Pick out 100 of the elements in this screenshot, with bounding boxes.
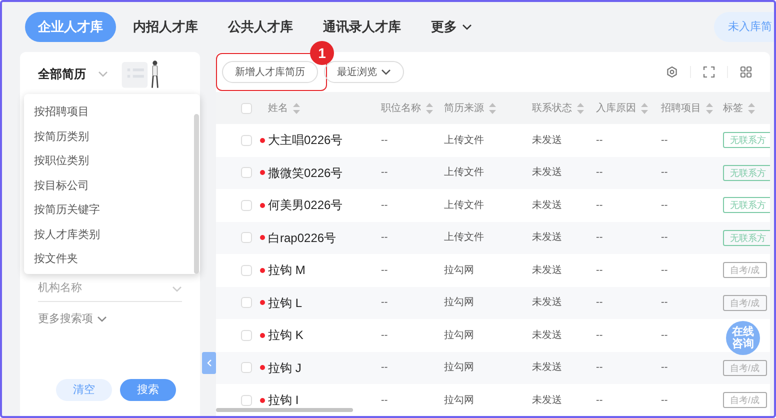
table-row[interactable]: 撒微笑0226号 -- 上传文件 未发送 -- -- 无联系方 bbox=[216, 156, 770, 189]
tab[interactable]: 更多 bbox=[418, 12, 485, 42]
sort-icon[interactable] bbox=[489, 102, 496, 114]
table-cell-text: 未发送 bbox=[532, 230, 563, 246]
chevron-down-icon bbox=[381, 69, 391, 75]
grid-icon[interactable] bbox=[740, 66, 752, 78]
table-row[interactable]: 拉钩 J -- 拉勾网 未发送 -- -- 自考/成 bbox=[216, 352, 770, 384]
table-cell-text: 上传文件 bbox=[444, 134, 485, 148]
more-search-link[interactable]: 更多搜索项 bbox=[38, 311, 107, 328]
table-cell-text: -- bbox=[596, 231, 604, 246]
table-cell-text: -- bbox=[596, 328, 604, 343]
menu-item[interactable]: 按招聘项目 bbox=[24, 100, 200, 124]
table-cell-text: -- bbox=[661, 134, 669, 148]
tag: 自考/成 bbox=[723, 360, 767, 376]
scrollbar-thumb[interactable] bbox=[194, 114, 199, 274]
row-checkbox[interactable] bbox=[241, 394, 252, 406]
chevron-down-icon bbox=[172, 286, 182, 292]
table-cell-text: 拉勾网 bbox=[444, 264, 475, 278]
table-cell-text: -- bbox=[596, 394, 604, 408]
column-header: 招聘项目 bbox=[661, 102, 701, 116]
row-checkbox[interactable] bbox=[241, 232, 252, 244]
table-cell-text: -- bbox=[661, 231, 669, 246]
table-cell-text: 拉勾网 bbox=[444, 296, 475, 310]
table-row[interactable]: 拉钩 L -- 拉勾网 未发送 -- -- 自考/成 bbox=[216, 286, 770, 319]
table-cell-text: -- bbox=[381, 328, 389, 343]
tab[interactable]: 内招人才库 bbox=[120, 12, 211, 42]
table-cell-text: -- bbox=[596, 296, 604, 310]
table-cell-text: -- bbox=[596, 361, 604, 376]
table-cell-text: 未发送 bbox=[532, 328, 563, 343]
column-header: 简历来源 bbox=[444, 102, 484, 116]
select-all-checkbox[interactable] bbox=[241, 102, 252, 114]
table-cell-text: -- bbox=[381, 134, 389, 148]
sort-icon[interactable] bbox=[748, 102, 755, 114]
table-cell-text: -- bbox=[661, 166, 669, 180]
recent-dropdown[interactable]: 最近浏览 bbox=[324, 61, 404, 83]
table-cell-text: 未发送 bbox=[532, 134, 563, 148]
row-checkbox[interactable] bbox=[241, 330, 252, 341]
table-cell-text: 上传文件 bbox=[444, 230, 485, 246]
chevron-left-icon bbox=[206, 359, 212, 367]
fullscreen-icon[interactable] bbox=[703, 66, 715, 78]
horizontal-scrollbar[interactable] bbox=[216, 408, 353, 412]
column-header: 职位名称 bbox=[381, 102, 421, 116]
tag: 自考/成 bbox=[723, 392, 767, 408]
sidebar-title: 全部简历 bbox=[38, 66, 86, 83]
table-cell-text: 未发送 bbox=[532, 360, 563, 376]
table-cell-text: -- bbox=[381, 394, 389, 408]
table-cell-text: -- bbox=[381, 296, 389, 310]
table-cell-text: 白rap0226号 bbox=[268, 230, 338, 247]
sort-icon[interactable] bbox=[577, 102, 584, 114]
menu-item[interactable]: 按文件夹 bbox=[24, 247, 200, 272]
sort-icon[interactable] bbox=[641, 102, 648, 114]
table-cell-text: -- bbox=[381, 264, 389, 278]
column-header: 联系状态 bbox=[532, 102, 572, 116]
tag: 无联系方 bbox=[723, 230, 770, 246]
table-cell-text: -- bbox=[661, 328, 669, 343]
table-cell-text: 拉钩 J bbox=[268, 360, 302, 377]
column-header: 入库原因 bbox=[596, 102, 636, 116]
row-checkbox[interactable] bbox=[241, 134, 252, 146]
table-cell-text: 未发送 bbox=[532, 394, 563, 408]
table-cell-text: -- bbox=[661, 264, 669, 278]
row-checkbox[interactable] bbox=[241, 167, 252, 178]
chevron-down-icon bbox=[97, 316, 107, 322]
table-cell-text: 拉钩 K bbox=[268, 327, 304, 344]
collapse-button[interactable] bbox=[202, 352, 216, 374]
menu-item[interactable]: 按目标公司 bbox=[24, 174, 200, 198]
row-checkbox[interactable] bbox=[241, 200, 252, 211]
sort-icon[interactable] bbox=[293, 102, 300, 114]
row-checkbox[interactable] bbox=[241, 362, 252, 374]
add-resume-button[interactable]: 新增人才库简历 bbox=[222, 61, 318, 83]
menu-item[interactable]: 按简历关键字 bbox=[24, 198, 200, 222]
sort-icon[interactable] bbox=[706, 102, 713, 114]
menu-item[interactable]: 按职位类别 bbox=[24, 149, 200, 174]
column-header: 姓名 bbox=[268, 102, 288, 116]
row-checkbox[interactable] bbox=[241, 264, 252, 276]
row-checkbox[interactable] bbox=[241, 297, 252, 308]
table-cell-text: -- bbox=[661, 361, 669, 376]
settings-icon[interactable] bbox=[666, 66, 678, 78]
chevron-down-icon bbox=[462, 24, 472, 30]
table-row[interactable]: 白rap0226号 -- 上传文件 未发送 -- -- 无联系方 bbox=[216, 222, 770, 254]
table-cell-text: -- bbox=[381, 231, 389, 246]
tag: 无联系方 bbox=[723, 132, 770, 148]
tag: 无联系方 bbox=[723, 197, 770, 214]
tag: 自考/成 bbox=[723, 294, 767, 311]
step-badge: 1 bbox=[310, 41, 334, 65]
table-cell-text: -- bbox=[596, 264, 604, 278]
column-header: 标签 bbox=[723, 102, 743, 116]
sort-icon[interactable] bbox=[426, 102, 433, 114]
table-cell-text: 未发送 bbox=[532, 166, 563, 180]
menu-item[interactable]: 按简历类别 bbox=[24, 124, 200, 149]
tab[interactable]: 公共人才库 bbox=[215, 12, 306, 42]
table-cell-text: 撒微笑0226号 bbox=[268, 164, 344, 182]
tag: 自考/成 bbox=[723, 262, 767, 278]
table-cell-text: -- bbox=[661, 296, 669, 310]
tab[interactable]: 通讯录人才库 bbox=[310, 12, 414, 42]
table-cell-text: -- bbox=[596, 198, 604, 213]
menu-item[interactable]: 按人才库类别 bbox=[24, 222, 200, 247]
chevron-down-icon bbox=[98, 71, 108, 77]
table-cell-text: 未发送 bbox=[532, 198, 563, 213]
table-cell-text: 未发送 bbox=[532, 264, 563, 278]
table-cell-text: -- bbox=[661, 198, 669, 213]
